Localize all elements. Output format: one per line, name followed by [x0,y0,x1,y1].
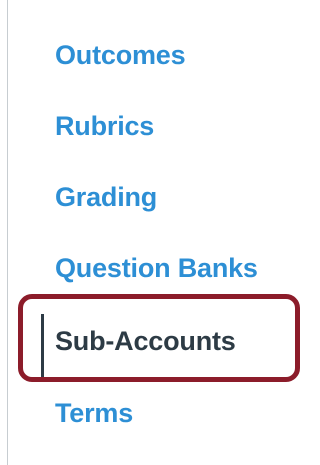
nav-item-terms[interactable]: Terms [55,393,133,433]
nav-item-grading[interactable]: Grading [55,177,157,217]
account-navigation-menu: Outcomes Rubrics Grading Question Banks … [0,0,314,465]
nav-item-sub-accounts[interactable]: Sub-Accounts [55,321,236,361]
account-navigation-screenshot: Outcomes Rubrics Grading Question Banks … [0,0,314,465]
nav-item-rubrics[interactable]: Rubrics [55,106,154,146]
active-item-indicator [41,314,44,378]
nav-item-question-banks[interactable]: Question Banks [55,248,258,288]
nav-item-outcomes[interactable]: Outcomes [55,35,186,75]
